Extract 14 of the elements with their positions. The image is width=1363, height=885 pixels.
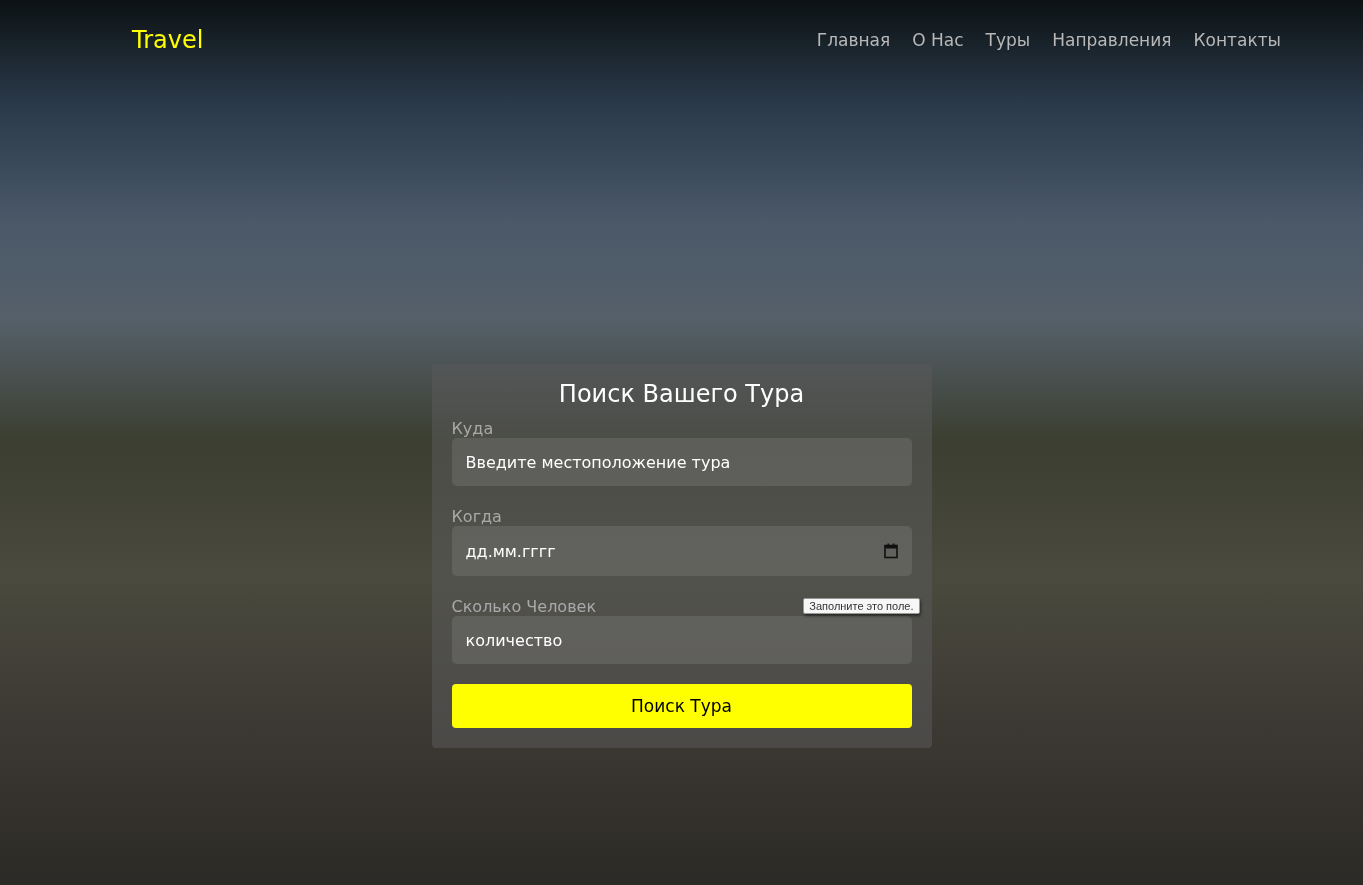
nav-link[interactable]: Контакты xyxy=(1193,30,1281,50)
date-field[interactable]: дд.мм.гггг xyxy=(451,526,912,576)
form-title: Поиск Вашего Тура xyxy=(557,379,806,410)
nav-link[interactable]: О Нас xyxy=(912,30,964,50)
calendar-icon[interactable] xyxy=(883,543,898,559)
search-tour-button[interactable]: Поиск Тура xyxy=(451,684,912,728)
nav-link[interactable]: Главная xyxy=(816,30,891,50)
field-label: Сколько Человек xyxy=(451,596,597,616)
nav-link[interactable]: Направления xyxy=(1052,30,1172,50)
field-label: Куда xyxy=(451,418,494,438)
brand-logo-link[interactable]: Travel xyxy=(132,26,204,54)
validation-tooltip: Заполните это поле. xyxy=(803,598,920,614)
field-label: Когда xyxy=(451,506,502,526)
nav-link[interactable]: Туры xyxy=(985,30,1031,50)
